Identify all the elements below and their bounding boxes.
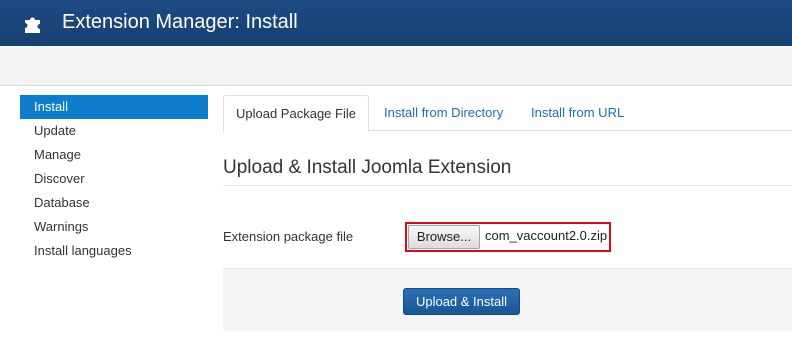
tab-install-from-url[interactable]: Install from URL [519,95,636,131]
sidebar-item-install-languages[interactable]: Install languages [20,239,208,263]
tab-install-from-directory[interactable]: Install from Directory [372,95,515,131]
upload-install-button[interactable]: Upload & Install [403,288,520,315]
file-input[interactable]: Browse... com_vaccount2.0.zip [405,222,611,252]
puzzle-icon [25,17,40,33]
sidebar-item-manage[interactable]: Manage [20,143,208,167]
sidebar-item-install[interactable]: Install [20,95,208,119]
header-bar: Extension Manager: Install [0,0,792,46]
sidebar: Install Update Manage Discover Database … [20,95,208,263]
sidebar-item-database[interactable]: Database [20,191,208,215]
section-title: Upload & Install Joomla Extension [223,157,512,178]
page-title: Extension Manager: Install [62,11,298,33]
browse-button[interactable]: Browse... [408,225,480,249]
form-actions: Upload & Install [223,268,792,331]
extension-package-file-label: Extension package file [223,229,354,244]
tab-bar: Upload Package File Install from Directo… [223,95,792,132]
sidebar-item-update[interactable]: Update [20,119,208,143]
sidebar-item-warnings[interactable]: Warnings [20,215,208,239]
selected-file-name: com_vaccount2.0.zip [485,228,608,243]
toolbar [0,46,792,86]
tab-upload-package-file[interactable]: Upload Package File [223,95,369,132]
section-divider [223,185,792,186]
sidebar-item-discover[interactable]: Discover [20,167,208,191]
